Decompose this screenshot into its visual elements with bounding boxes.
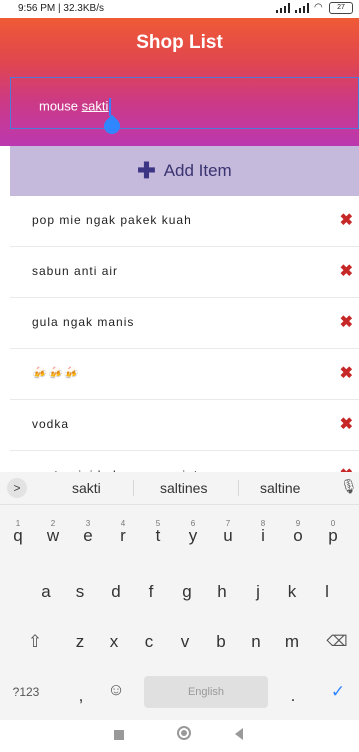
key-y[interactable]: 6y	[177, 516, 209, 556]
key-k[interactable]: k	[276, 572, 308, 612]
key-q[interactable]: 1q	[2, 516, 34, 556]
add-item-button[interactable]: ✚ Add Item	[10, 146, 359, 196]
key-e[interactable]: 3e	[72, 516, 104, 556]
list-item-text: vodka	[32, 417, 70, 431]
soft-keyboard: > sakti saltines saltine 🎙 1q 2w 3e 4r 5…	[0, 472, 359, 720]
divider	[133, 480, 134, 496]
key-o[interactable]: 9o	[282, 516, 314, 556]
home-icon[interactable]	[177, 726, 191, 740]
list-item-text: pop mie ngak pakek kuah	[32, 213, 192, 227]
header: Shop List mouse sakti	[0, 18, 359, 146]
suggestion-2[interactable]: saltines	[160, 480, 207, 496]
list-item-text: gula ngak manis	[32, 315, 135, 329]
key-m[interactable]: m	[276, 622, 308, 662]
back-icon[interactable]	[235, 728, 243, 740]
signal-icon-2	[295, 3, 311, 13]
status-time-speed: 9:56 PM | 32.3KB/s	[18, 3, 104, 14]
list-item[interactable]: pop mie ngak pakek kuah ✖	[10, 196, 359, 247]
key-u[interactable]: 7u	[212, 516, 244, 556]
comma-key[interactable]: ,	[74, 676, 88, 716]
key-j[interactable]: j	[242, 572, 274, 612]
plus-icon: ✚	[137, 158, 156, 183]
symbols-key[interactable]: ?123	[8, 672, 44, 712]
suggestion-bar: > sakti saltines saltine 🎙	[0, 472, 359, 505]
list-item-text: sabun anti air	[32, 264, 119, 278]
emoji-icon[interactable]: ☺	[104, 670, 128, 710]
input-value[interactable]: mouse sakti	[39, 98, 112, 116]
key-s[interactable]: s	[64, 572, 96, 612]
status-icons: ◠ 27	[276, 2, 353, 14]
input-value-composing: sakti	[81, 98, 109, 114]
list-item[interactable]: gula ngak manis ✖	[10, 298, 359, 349]
key-v[interactable]: v	[169, 622, 201, 662]
wifi-icon: ◠	[314, 2, 323, 13]
key-d[interactable]: d	[100, 572, 132, 612]
key-b[interactable]: b	[205, 622, 237, 662]
list-item-text: 🍻🍻🍻	[32, 366, 80, 380]
list-item[interactable]: 🍻🍻🍻 ✖	[10, 349, 359, 400]
key-h[interactable]: h	[206, 572, 238, 612]
key-g[interactable]: g	[171, 572, 203, 612]
space-key[interactable]: English	[144, 676, 268, 708]
recent-apps-icon[interactable]	[114, 730, 124, 740]
key-a[interactable]: a	[30, 572, 62, 612]
list-item[interactable]: vodka ✖	[10, 400, 359, 451]
suggestion-1[interactable]: sakti	[72, 480, 101, 496]
page-title: Shop List	[136, 32, 223, 53]
backspace-icon[interactable]: ⌫	[322, 622, 352, 662]
signal-icon	[276, 3, 292, 13]
key-r[interactable]: 4r	[107, 516, 139, 556]
key-t[interactable]: 5t	[142, 516, 174, 556]
delete-icon[interactable]: ✖	[340, 363, 353, 383]
list-item[interactable]: sabun anti air ✖	[10, 247, 359, 298]
battery-icon: 27	[329, 2, 353, 14]
period-key[interactable]: .	[286, 676, 300, 716]
shop-list: pop mie ngak pakek kuah ✖ sabun anti air…	[10, 196, 359, 502]
suggestion-3[interactable]: saltine	[260, 480, 300, 496]
status-bar: 9:56 PM | 32.3KB/s ◠ 27	[0, 0, 359, 18]
key-l[interactable]: l	[311, 572, 343, 612]
item-input[interactable]: mouse sakti	[10, 77, 359, 129]
done-check-icon[interactable]: ✓	[326, 672, 350, 712]
key-z[interactable]: z	[64, 622, 96, 662]
key-c[interactable]: c	[133, 622, 165, 662]
delete-icon[interactable]: ✖	[340, 312, 353, 332]
microphone-icon[interactable]: 🎙	[340, 478, 358, 496]
expand-suggestions-icon[interactable]: >	[7, 478, 27, 498]
text-caret	[109, 98, 112, 116]
delete-icon[interactable]: ✖	[340, 210, 353, 230]
key-w[interactable]: 2w	[37, 516, 69, 556]
key-n[interactable]: n	[240, 622, 272, 662]
delete-icon[interactable]: ✖	[340, 261, 353, 281]
key-i[interactable]: 8i	[247, 516, 279, 556]
key-p[interactable]: 0p	[317, 516, 349, 556]
add-item-label: Add Item	[163, 161, 232, 180]
input-value-plain: mouse	[39, 98, 82, 114]
key-f[interactable]: f	[135, 572, 167, 612]
delete-icon[interactable]: ✖	[340, 414, 353, 434]
navigation-bar	[0, 720, 359, 752]
key-x[interactable]: x	[98, 622, 130, 662]
divider	[238, 480, 239, 496]
shift-icon[interactable]: ⇧	[20, 622, 50, 662]
